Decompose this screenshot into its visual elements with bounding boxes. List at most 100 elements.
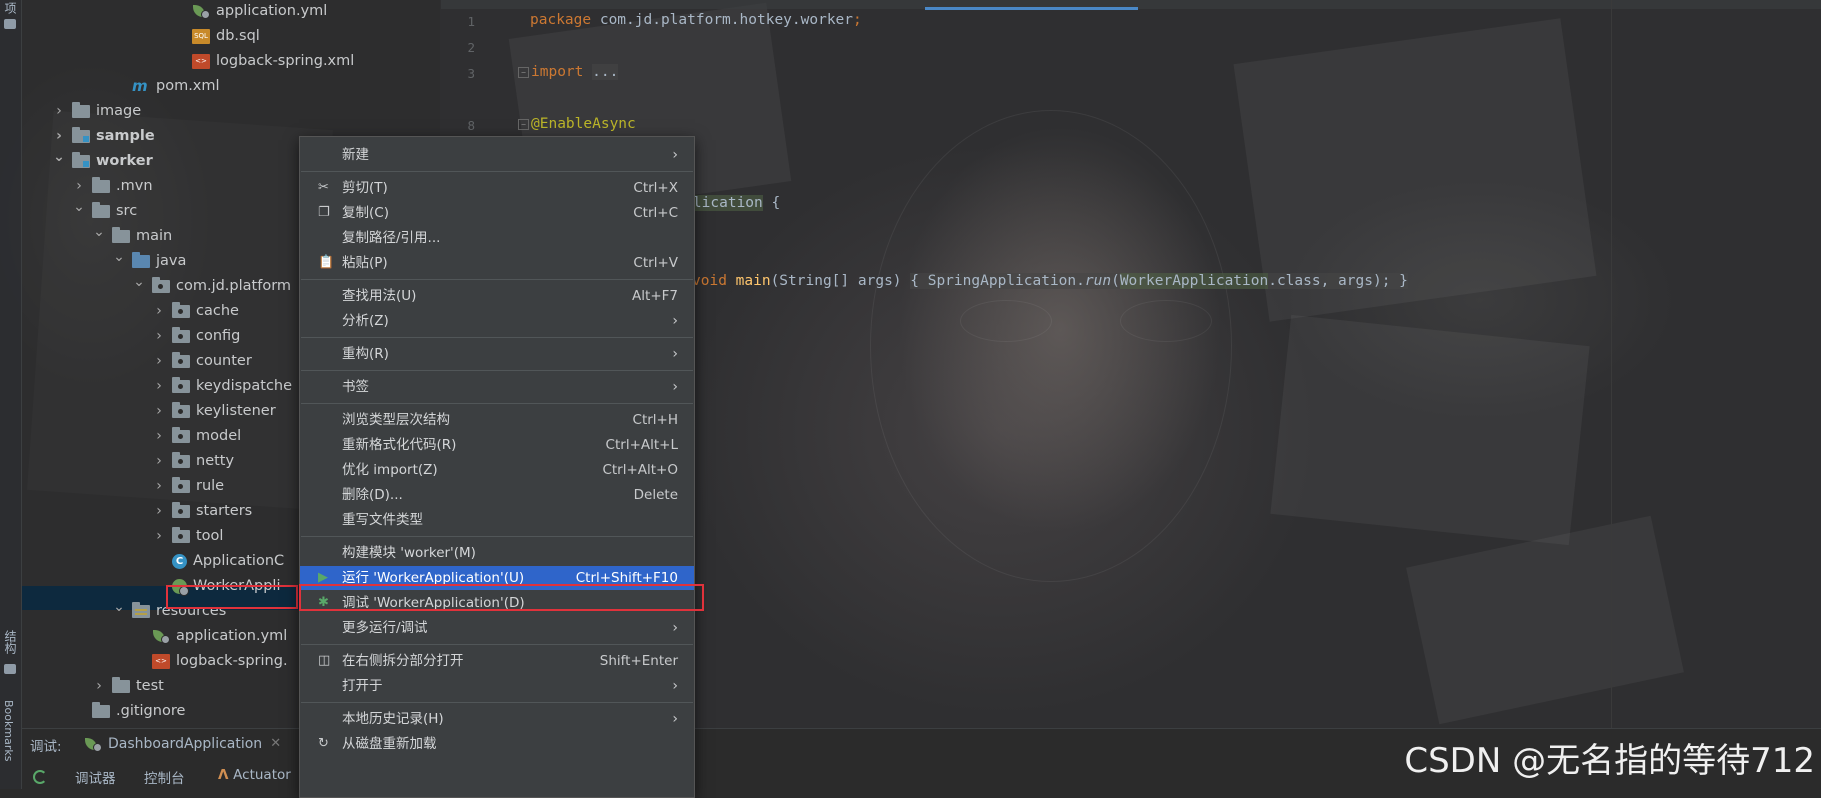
menu-item[interactable]: 删除(D)... Delete [300,483,694,507]
tree-item[interactable]: <> logback-spring. [132,649,288,674]
menu-item-shortcut: Ctrl+V [633,255,678,271]
tree-item[interactable]: › starters [152,499,252,524]
tree-item[interactable]: m pom.xml [112,74,220,99]
split-icon: ◫ [318,653,331,668]
menu-item[interactable]: 书签 › [300,375,694,399]
tree-item[interactable]: › tool [152,524,223,549]
chevron-right-icon[interactable]: › [152,299,166,324]
project-tool-label[interactable]: 项 [2,2,19,14]
chevron-down-icon[interactable]: ⌄ [72,195,86,220]
chevron-down-icon[interactable]: ⌄ [92,220,106,245]
menu-item[interactable]: 优化 import(Z) Ctrl+Alt+O [300,458,694,482]
menu-item[interactable]: 分析(Z) › [300,309,694,333]
tree-item[interactable]: › rule [152,474,224,499]
tree-item[interactable]: application.yml [172,0,327,24]
bookmarks-tool-label[interactable]: Bookmarks [2,700,15,761]
tree-item[interactable]: › netty [152,449,234,474]
tree-item[interactable]: › model [152,424,241,449]
menu-item[interactable]: 查找用法(U) Alt+F7 [300,284,694,308]
tree-item[interactable]: › keydispatche [152,374,292,399]
tab-console[interactable]: 控制台 [144,767,185,787]
chevron-right-icon[interactable]: › [92,674,106,699]
tree-item-label: com.jd.platform [176,278,292,294]
fold-icon[interactable]: − [518,66,529,78]
menu-item[interactable]: 构建模块 'worker'(M) [300,541,694,565]
tab-debugger[interactable]: 调试器 [75,767,116,787]
package-icon [152,277,170,293]
chevron-right-icon[interactable]: › [152,324,166,349]
code-token: main [735,273,771,289]
menu-item-label: 重构(R) [342,346,389,362]
tree-item[interactable]: › image [52,99,141,124]
close-icon[interactable]: ✕ [270,732,281,756]
tree-item-label: starters [196,503,253,519]
menu-item[interactable]: 复制路径/引用... [300,226,694,250]
chevron-right-icon[interactable]: › [52,99,66,124]
package-icon [172,402,190,418]
menu-item[interactable]: 重写文件类型 [300,508,694,532]
code-line[interactable]: void main(String[] args) { SpringApplica… [692,273,1408,289]
menu-item[interactable]: 更多运行/调试 › [300,616,694,640]
tree-item[interactable]: › config [152,324,240,349]
tree-item[interactable]: › keylistener [152,399,276,424]
tree-item[interactable]: ⌄ main [92,224,172,249]
code-line[interactable]: − import ... [518,64,619,80]
tree-item-label: tool [196,528,224,544]
code-token: { [762,195,781,211]
tree-item[interactable]: › cache [152,299,239,324]
tree-item[interactable]: › counter [152,349,252,374]
chevron-right-icon[interactable]: › [152,374,166,399]
code-line[interactable]: − @EnableAsync [518,116,636,132]
structure-tool-icon[interactable] [4,664,16,674]
chevron-right-icon[interactable]: › [152,474,166,499]
project-tool-icon[interactable] [4,19,16,29]
rerun-icon[interactable] [33,770,47,784]
menu-item[interactable]: 新建 › [300,143,694,167]
tree-item[interactable]: › test [92,674,164,699]
menu-item[interactable]: 打开于 › [300,674,694,698]
chevron-right-icon: › [672,379,678,395]
menu-item[interactable]: 浏览类型层次结构 Ctrl+H [300,408,694,432]
actuator-icon: ᐱ [218,767,234,783]
debug-run-config-tab[interactable]: DashboardApplication ✕ [84,732,281,756]
menu-item[interactable]: ✂ 剪切(T) Ctrl+X [300,176,694,200]
menu-item[interactable]: ↻ 从磁盘重新加载 [300,732,694,756]
chevron-right-icon[interactable]: › [152,349,166,374]
tree-item[interactable]: ⌄ worker [52,149,153,174]
code-token: ; [853,12,862,28]
line-number: 8 [467,118,475,133]
chevron-right-icon[interactable]: › [152,449,166,474]
code-line[interactable]: package com.jd.platform.hotkey.worker; [530,12,862,28]
tree-item[interactable]: application.yml [132,624,287,649]
chevron-down-icon[interactable]: ⌄ [112,245,126,270]
chevron-right-icon[interactable]: › [152,499,166,524]
menu-item-label: 重写文件类型 [342,512,423,528]
tree-item[interactable]: SQL db.sql [172,24,260,49]
menu-item[interactable]: 重构(R) › [300,342,694,366]
tree-item[interactable]: › sample [52,124,155,149]
menu-item-label: 书签 [342,379,369,395]
chevron-down-icon[interactable]: ⌄ [52,145,66,170]
menu-item[interactable]: ◫ 在右侧拆分部分打开 Shift+Enter [300,649,694,673]
menu-item[interactable]: 重新格式化代码(R) Ctrl+Alt+L [300,433,694,457]
tree-item[interactable]: <> logback-spring.xml [172,49,354,74]
menu-item-label: 浏览类型层次结构 [342,412,450,428]
xml-file-icon: <> [192,54,210,69]
chevron-right-icon[interactable]: › [152,399,166,424]
tree-item[interactable]: ⌄ java [112,249,186,274]
chevron-down-icon[interactable]: ⌄ [132,270,146,295]
tree-item[interactable]: ⌄ com.jd.platform [132,274,291,299]
structure-tool-label[interactable]: 结构 [2,630,19,654]
fold-icon[interactable]: − [518,118,529,130]
tree-item[interactable]: C ApplicationC [152,549,284,574]
tree-item[interactable]: .gitignore [72,699,185,724]
chevron-down-icon[interactable]: ⌄ [112,595,126,620]
chevron-right-icon[interactable]: › [152,424,166,449]
menu-item[interactable]: ❐ 复制(C) Ctrl+C [300,201,694,225]
chevron-right-icon[interactable]: › [152,524,166,549]
menu-item-shortcut: Ctrl+Alt+L [605,437,678,453]
tree-item-label: counter [196,353,252,369]
menu-item[interactable]: 📋 粘贴(P) Ctrl+V [300,251,694,275]
menu-item[interactable]: 本地历史记录(H) › [300,707,694,731]
tab-actuator[interactable]: ᐱ Actuator [218,767,291,783]
